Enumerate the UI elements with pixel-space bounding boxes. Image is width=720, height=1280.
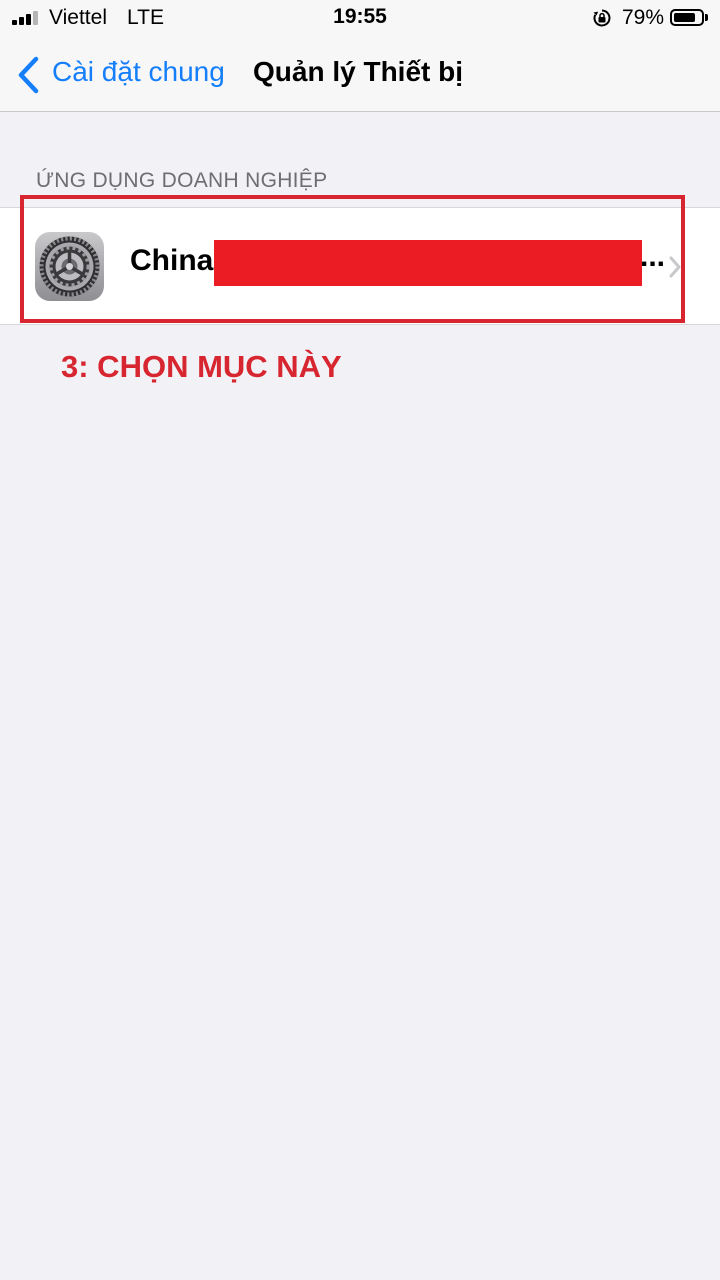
chevron-left-icon bbox=[18, 56, 39, 94]
highlight-box bbox=[20, 195, 685, 323]
page-title: Quản lý Thiết bị bbox=[253, 56, 464, 87]
navigation-bar: Cài đặt chung Quản lý Thiết bị bbox=[0, 36, 720, 112]
annotation-label: 3: CHỌN MỤC NÀY bbox=[61, 349, 342, 384]
battery-tip bbox=[705, 14, 708, 21]
battery-icon bbox=[670, 9, 704, 26]
status-time: 19:55 bbox=[333, 5, 387, 28]
section-header: ỨNG DỤNG DOANH NGHIỆP bbox=[36, 169, 328, 192]
battery-percent: 79% bbox=[622, 6, 665, 29]
back-button-label: Cài đặt chung bbox=[52, 56, 225, 87]
status-bar: Viettel LTE 19:55 79% bbox=[0, 0, 720, 36]
rotation-lock-icon bbox=[593, 9, 611, 27]
